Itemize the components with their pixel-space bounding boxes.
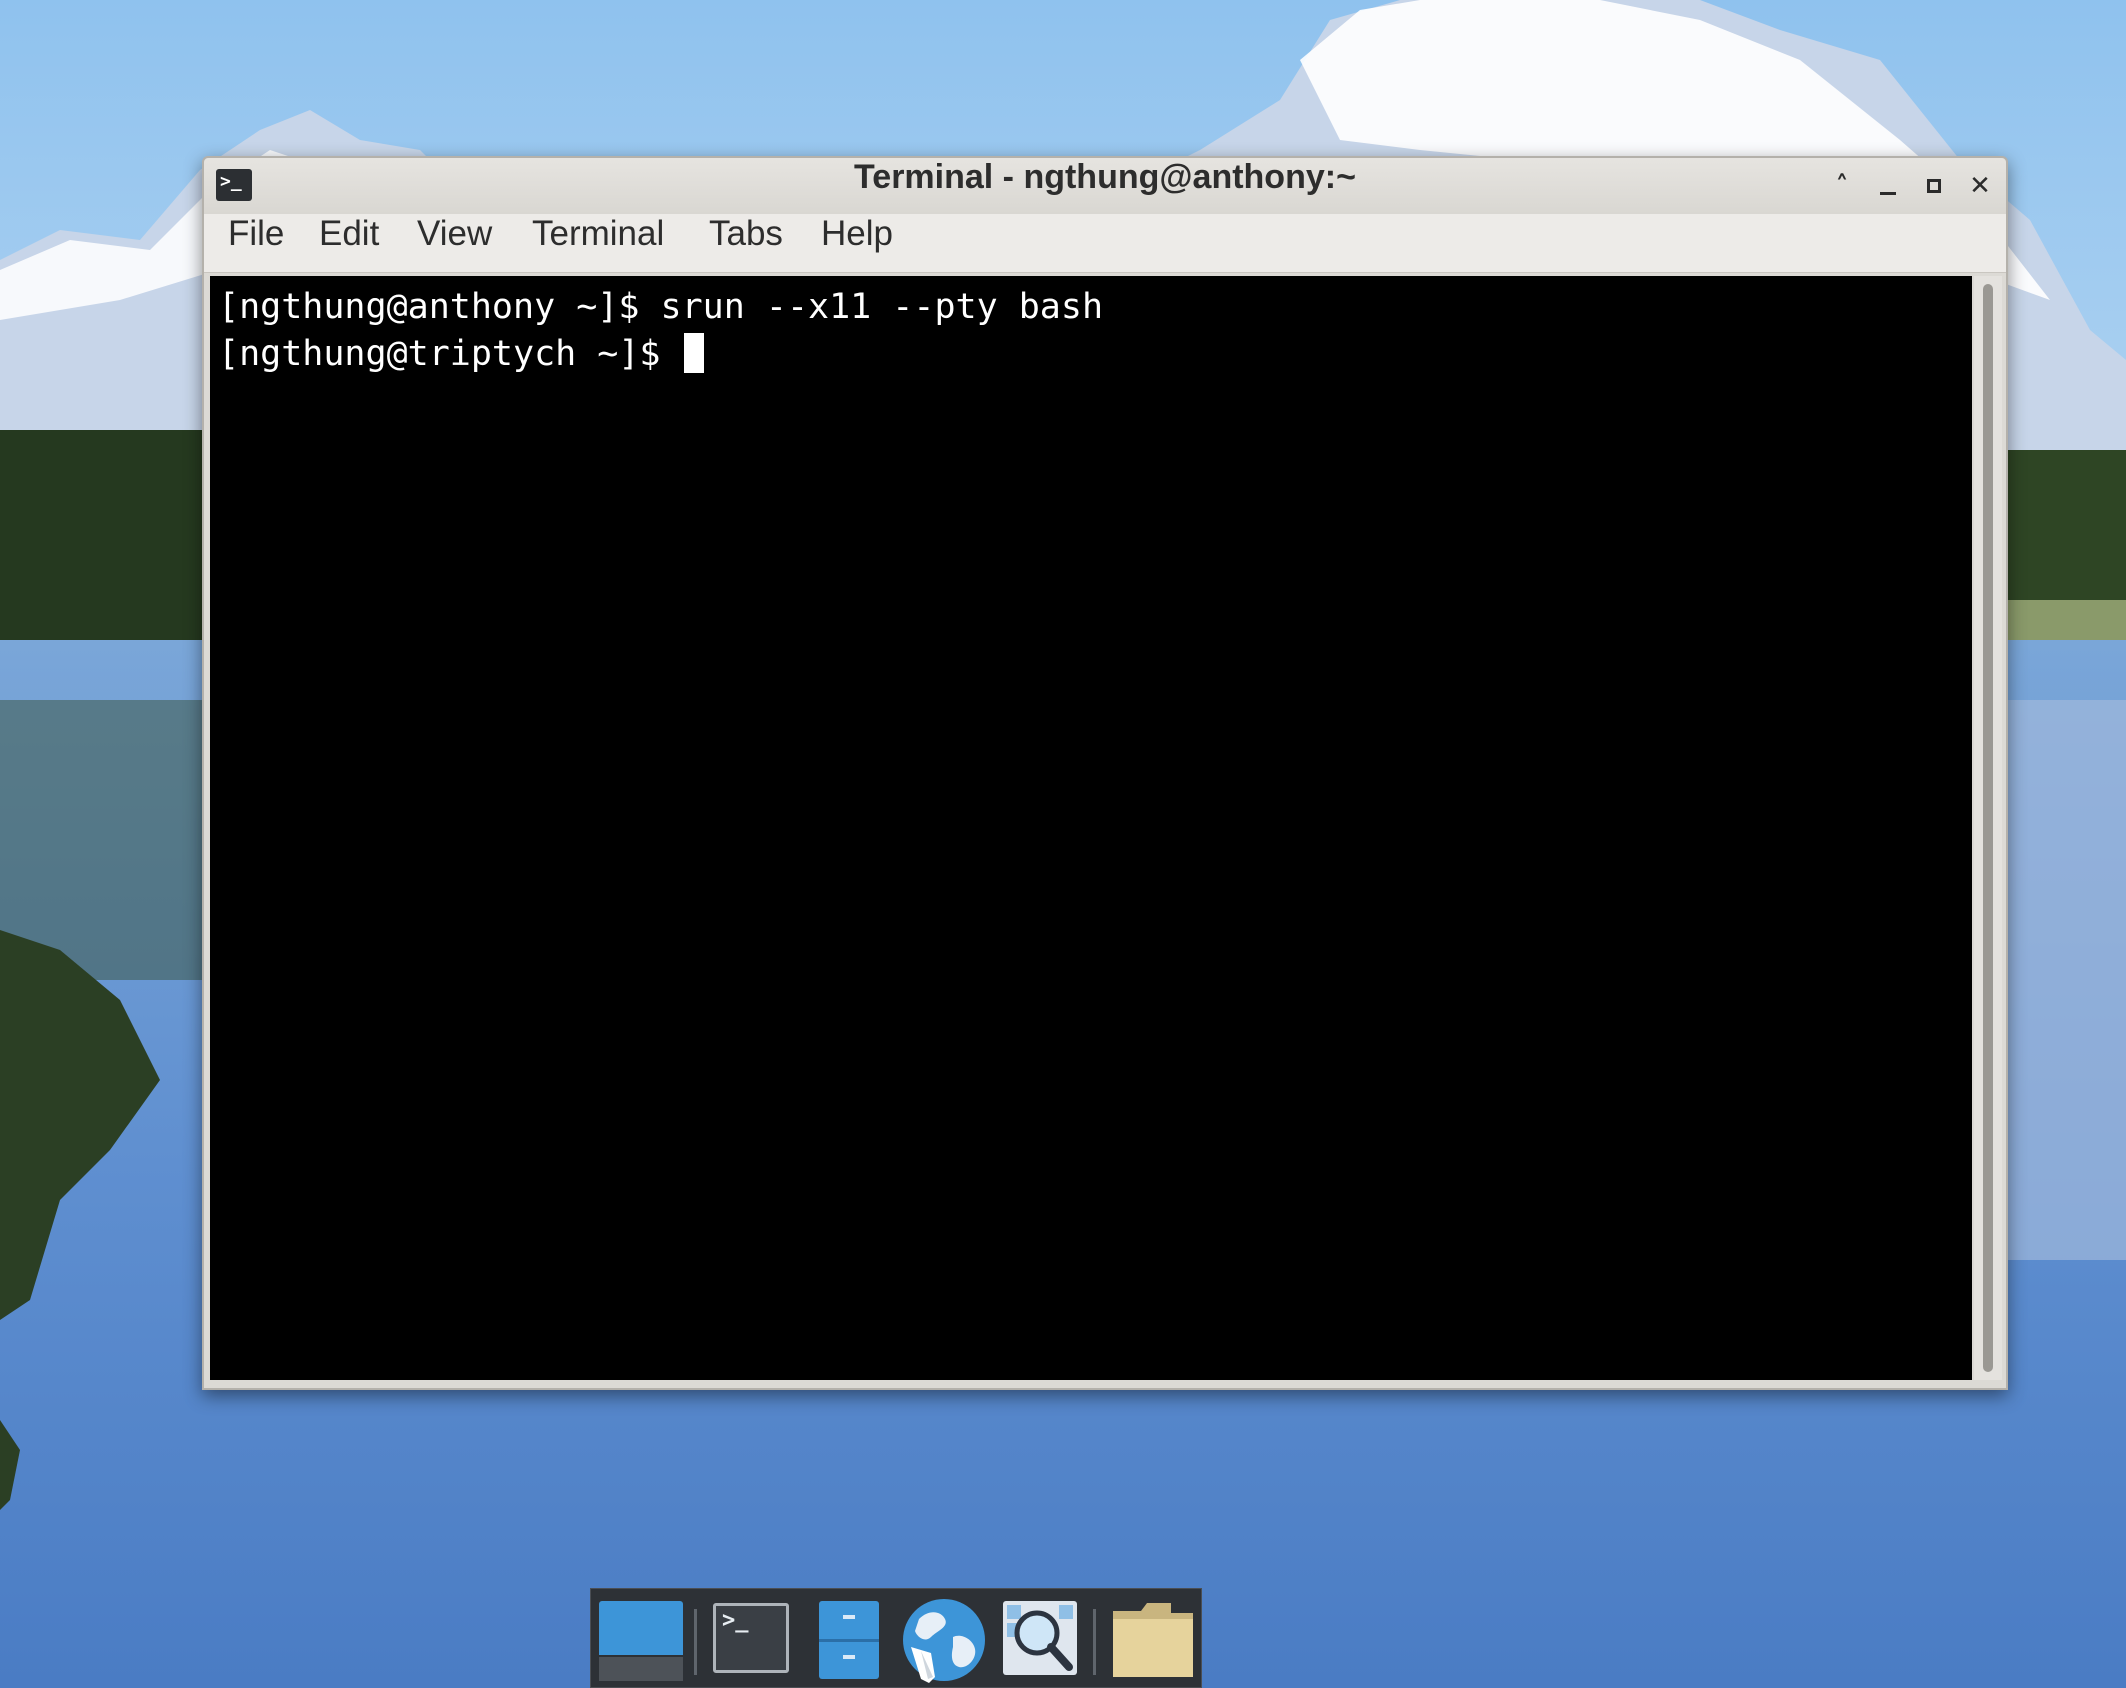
terminal-line: [ngthung@anthony ~]$ srun --x11 --pty ba… [218,287,1104,327]
menu-terminal[interactable]: Terminal [532,214,664,272]
shade-icon[interactable]: ˄ [1824,168,1860,204]
terminal-icon[interactable]: >_ [713,1603,789,1673]
terminal-scrollbar[interactable] [1974,276,2002,1380]
app-finder-icon[interactable] [1003,1601,1077,1675]
window-titlebar[interactable]: >_ Terminal - ngthung@anthony:~ ˄ ✕ [204,158,2006,214]
menu-edit[interactable]: Edit [319,214,379,272]
menu-help[interactable]: Help [821,214,893,272]
terminal-prompt: [ngthung@triptych ~]$ [218,334,682,374]
show-desktop-icon[interactable] [599,1601,683,1681]
text-cursor [683,333,704,373]
menu-view[interactable]: View [417,214,492,272]
menu-bar: File Edit View Terminal Tabs Help [204,214,2006,273]
maximize-icon[interactable] [1916,168,1952,204]
scrollbar-thumb[interactable] [1983,284,1993,1372]
home-folder-icon[interactable] [1111,1601,1195,1677]
window-title: Terminal - ngthung@anthony:~ [854,158,1356,196]
file-manager-icon[interactable] [819,1601,879,1679]
menu-file[interactable]: File [228,214,284,272]
terminal-window[interactable]: >_ Terminal - ngthung@anthony:~ ˄ ✕ File… [202,156,2008,1390]
close-icon[interactable]: ✕ [1962,168,1998,204]
menu-tabs[interactable]: Tabs [709,214,783,272]
terminal-prompt-line: [ngthung@triptych ~]$ [218,331,1972,378]
minimize-icon[interactable] [1870,168,1906,204]
dock-panel: >_ [590,1588,1202,1688]
terminal-output[interactable]: [ngthung@anthony ~]$ srun --x11 --pty ba… [210,276,1972,1380]
web-browser-icon[interactable] [901,1597,987,1683]
